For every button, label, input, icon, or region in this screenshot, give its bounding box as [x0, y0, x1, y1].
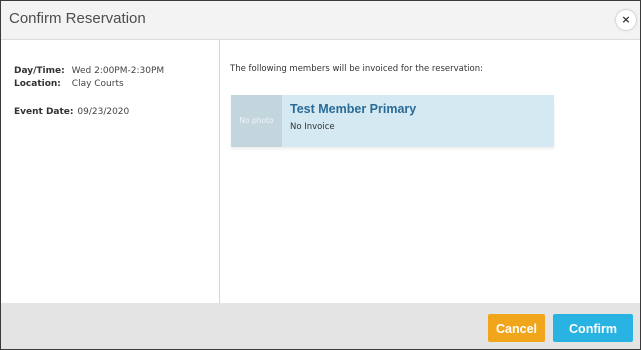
- member-invoice-status: No Invoice: [290, 122, 335, 132]
- member-card[interactable]: No photo Test Member Primary No Invoice: [231, 95, 554, 147]
- member-name: Test Member Primary: [290, 102, 417, 116]
- reservation-details-panel: Day/Time: Wed 2:00PM-2:30PM Location: Cl…: [1, 40, 220, 303]
- daytime-row: Day/Time: Wed 2:00PM-2:30PM: [14, 66, 164, 76]
- member-photo-placeholder: No photo: [231, 95, 282, 147]
- daytime-value: Wed 2:00PM-2:30PM: [71, 66, 165, 76]
- daytime-label: Day/Time:: [14, 66, 65, 76]
- confirm-reservation-dialog: Confirm Reservation × Day/Time: Wed 2:00…: [0, 0, 641, 350]
- dialog-title: Confirm Reservation: [9, 10, 146, 27]
- close-button[interactable]: ×: [616, 10, 636, 30]
- location-label: Location:: [14, 79, 61, 89]
- dialog-footer: Cancel Confirm: [1, 303, 640, 349]
- event-date-row: Event Date: 09/23/2020: [14, 107, 129, 117]
- event-date-label: Event Date:: [14, 107, 74, 117]
- location-value: Clay Courts: [71, 79, 124, 89]
- invoice-panel: The following members will be invoiced f…: [220, 40, 640, 303]
- confirm-button[interactable]: Confirm: [553, 314, 633, 342]
- cancel-button[interactable]: Cancel: [488, 314, 545, 342]
- close-icon: ×: [621, 13, 631, 26]
- dialog-header: Confirm Reservation ×: [1, 1, 640, 40]
- event-date-value: 09/23/2020: [77, 107, 130, 117]
- location-row: Location: Clay Courts: [14, 79, 124, 89]
- invoice-intro-text: The following members will be invoiced f…: [230, 64, 483, 74]
